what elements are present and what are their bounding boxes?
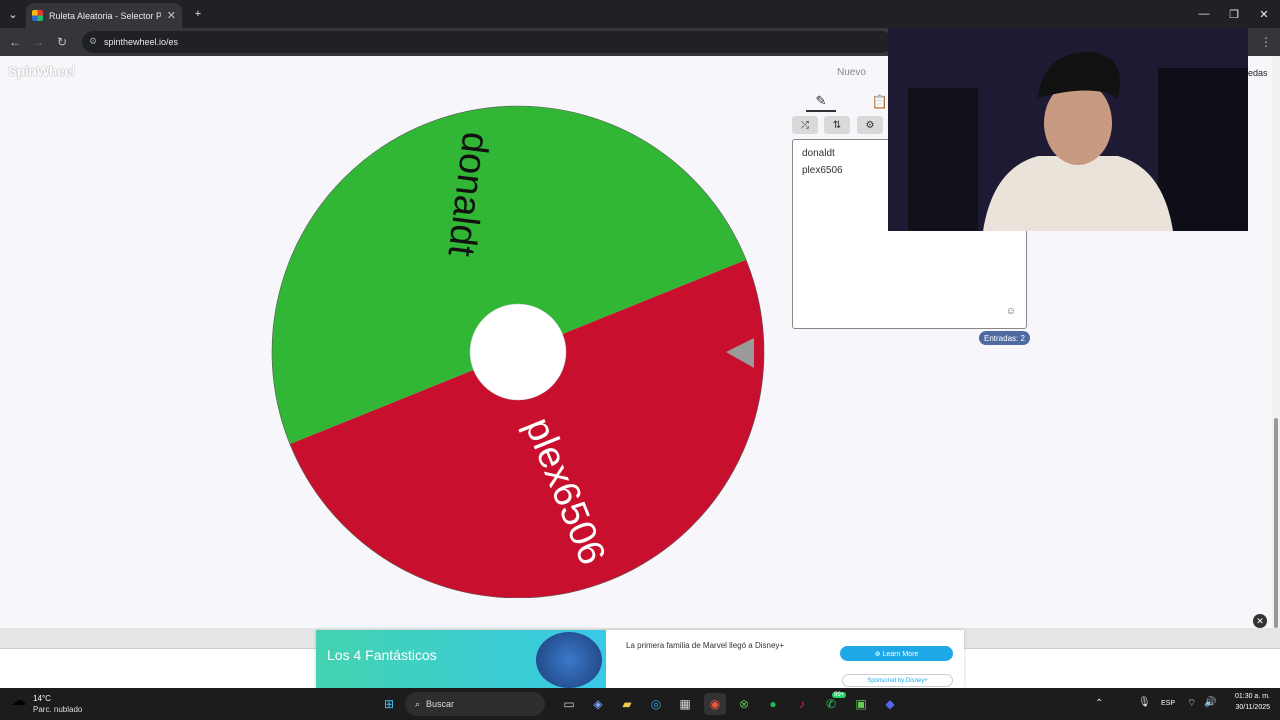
windows-start-icon[interactable]: ⊞ [378, 693, 400, 715]
whatsapp-badge: 99+ [832, 692, 847, 698]
weather-temp[interactable]: 14°C [33, 694, 51, 703]
app-icon[interactable]: ▣ [850, 693, 872, 715]
spin-wheel[interactable]: donaldt plex6506 [270, 104, 770, 598]
wifi-icon[interactable]: ⌔ [1187, 697, 1196, 710]
store-icon[interactable]: ▦ [674, 693, 696, 715]
clock-time[interactable]: 01:30 a. m. [1224, 693, 1270, 700]
sort-button[interactable]: ⇅ [824, 116, 850, 134]
tab-title: Ruleta Aleatoria - Selector Pers [49, 10, 161, 21]
spotify-icon[interactable]: ● [762, 693, 784, 715]
forward-icon[interactable]: → [26, 28, 50, 56]
language-indicator[interactable]: ESP [1161, 700, 1175, 707]
browser-tab[interactable]: Ruleta Aleatoria - Selector Pers ✕ [26, 3, 182, 28]
copilot-icon[interactable]: ◈ [587, 693, 609, 715]
site-logo[interactable]: SpinWheel [8, 63, 76, 79]
weather-desc[interactable]: Parc. nublado [33, 705, 82, 714]
url-text: spinthewheel.io/es [104, 37, 179, 47]
microphone-icon[interactable]: 🎙 [1138, 697, 1151, 708]
taskbar-search[interactable]: ⌕ Buscar [405, 692, 545, 716]
settings-button[interactable]: ⚙ [857, 116, 883, 134]
window-close-icon[interactable]: ✕ [1248, 0, 1280, 28]
tiktok-icon[interactable]: ♪ [791, 693, 813, 715]
windows-taskbar [0, 688, 1280, 720]
chrome-menu-icon[interactable]: ⋮ [1254, 28, 1278, 56]
tab-edit-icon[interactable]: ✎ [806, 92, 836, 112]
edge-icon[interactable]: ◎ [645, 693, 667, 715]
tray-chevron-icon[interactable]: ⌃ [1095, 698, 1103, 709]
chrome-icon[interactable]: ◉ [704, 693, 726, 715]
new-tab-icon[interactable]: + [182, 0, 214, 28]
reload-icon[interactable]: ↻ [50, 28, 74, 56]
nav-new-link[interactable]: Nuevo [837, 67, 866, 78]
minimize-icon[interactable]: — [1188, 0, 1220, 28]
restore-icon[interactable]: ❐ [1218, 0, 1250, 28]
ad-title: Los 4 Fantásticos [327, 647, 437, 663]
task-view-icon[interactable]: ▭ [558, 693, 580, 715]
back-icon[interactable]: ← [3, 28, 27, 56]
ad-close-icon[interactable]: ✕ [1253, 614, 1267, 628]
webcam-overlay [888, 28, 1248, 231]
search-placeholder: Buscar [426, 699, 455, 709]
wheel-group[interactable]: donaldt plex6506 [271, 105, 765, 598]
close-tab-icon[interactable]: ✕ [167, 9, 176, 22]
ad-banner[interactable]: Los 4 Fantásticos La primera familia de … [316, 630, 964, 688]
ad-image-area: Los 4 Fantásticos [316, 630, 606, 688]
favicon-icon [32, 10, 43, 21]
xbox-icon[interactable]: ⊗ [733, 693, 755, 715]
ad-description: La primera familia de Marvel llegó a Dis… [626, 641, 785, 650]
shuffle-button[interactable]: ⤮ [792, 116, 818, 134]
emoji-icon[interactable]: ☺ [1006, 304, 1016, 321]
file-explorer-icon[interactable]: ▰ [616, 693, 638, 715]
discord-icon[interactable]: ◆ [879, 693, 901, 715]
site-info-icon[interactable]: ⚙ [89, 36, 97, 47]
volume-icon[interactable]: 🔊 [1204, 697, 1216, 708]
address-bar[interactable]: ⚙ spinthewheel.io/es [82, 31, 892, 53]
ad-sponsored-label: Sponsored by Disney+ [842, 674, 953, 687]
ad-logo-icon [536, 632, 602, 688]
wheel-center-hub[interactable] [469, 303, 567, 401]
search-icon: ⌕ [415, 698, 421, 709]
tab-search-icon[interactable]: ⌄ [0, 0, 26, 28]
weather-icon[interactable]: ☁ [12, 692, 26, 709]
entries-count-badge: Entradas: 2 [979, 331, 1030, 345]
scrollbar-thumb[interactable] [1274, 418, 1278, 628]
nav-right-link[interactable]: edas [1248, 68, 1268, 78]
clock-date[interactable]: 30/11/2025 [1224, 704, 1270, 711]
webcam-person-image [888, 28, 1248, 231]
ad-learn-more-button[interactable]: ⊕ Learn More [840, 646, 953, 661]
